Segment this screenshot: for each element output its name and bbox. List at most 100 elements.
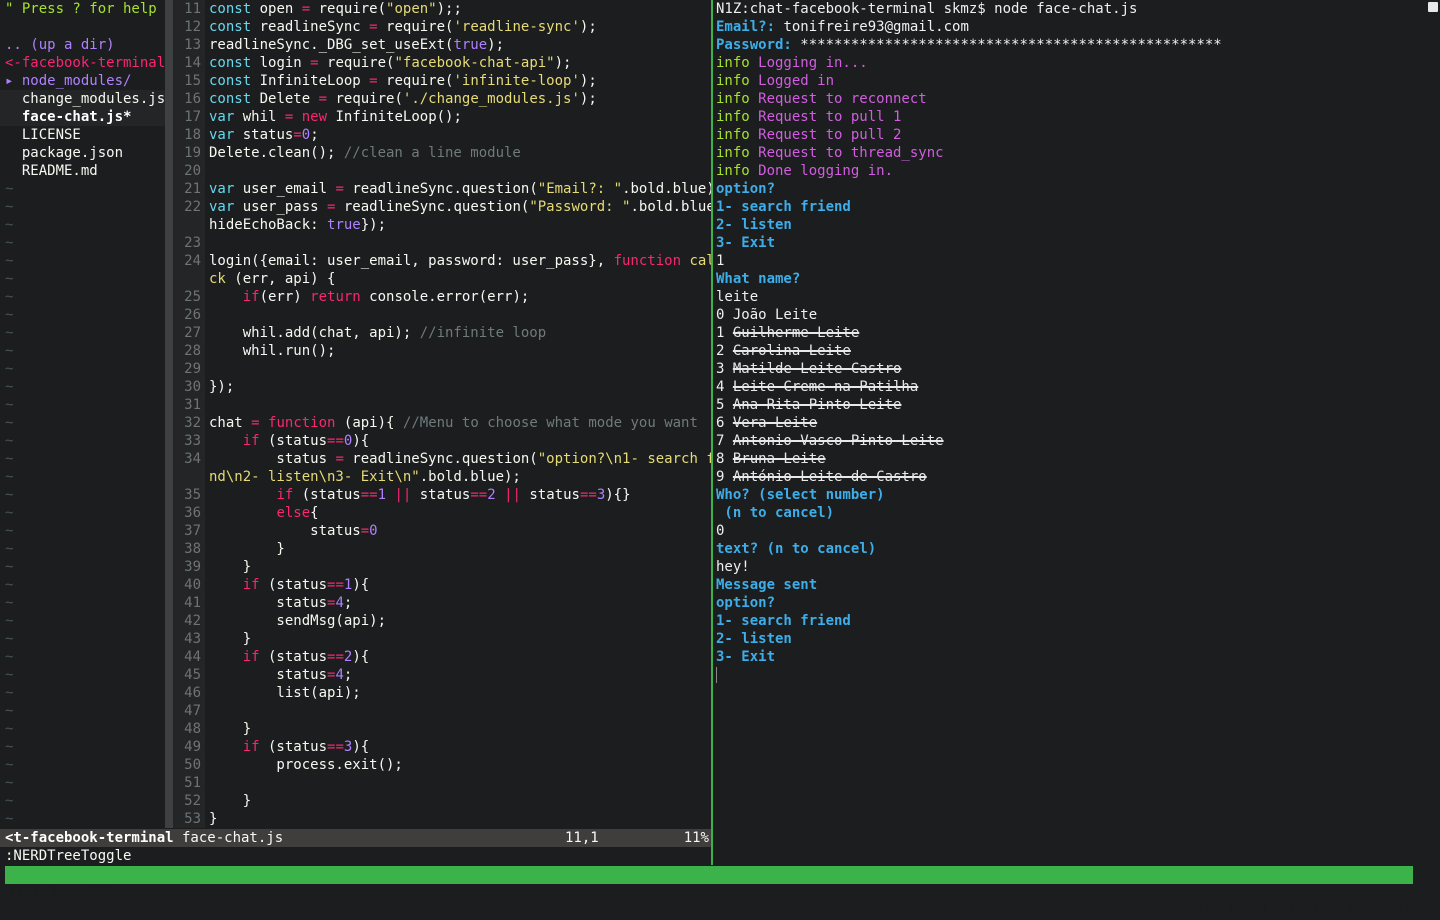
code-line[interactable]: 31 xyxy=(173,396,711,414)
code-line[interactable]: 16 const Delete = require('./change_modul… xyxy=(173,90,711,108)
tmux-window-list[interactable]: [14] 1:node* xyxy=(7,884,108,902)
terminal-cursor-line[interactable] xyxy=(716,666,1416,684)
terminal-line: 2 Carolina Leite xyxy=(716,343,851,359)
line-number: 52 xyxy=(173,792,205,810)
code-line[interactable]: 19 Delete.clean(); //clean a line module xyxy=(173,144,711,162)
terminal-line: info Logging in... xyxy=(716,55,868,71)
code-line[interactable]: hideEchoBack: true}); xyxy=(173,216,711,234)
tilde-marker: ~ xyxy=(5,181,14,197)
line-number: 47 xyxy=(173,702,205,720)
code-line[interactable]: ck (err, api) { xyxy=(173,270,711,288)
empty-buffer-markers: ~ ~ ~ ~ ~ ~ ~ ~ ~ ~ ~ ~ ~ ~ ~ ~ ~ ~ ~ ~ ~ ~ ~ ~ ~ ~ ~ ~ ~ ~ ~ ~ ~ ~ ~ ~ xyxy=(0,180,165,828)
code-line[interactable]: 28 whil.run(); xyxy=(173,342,711,360)
code-line[interactable]: 45 status=4; xyxy=(173,666,711,684)
code-line[interactable]: 27 whil.add(chat, api); //infinite loop xyxy=(173,324,711,342)
scroll-up-arrow-icon[interactable] xyxy=(1428,2,1438,12)
code-line[interactable]: 20 xyxy=(173,162,711,180)
tilde-marker: ~ xyxy=(5,505,14,521)
code-line[interactable]: 51 xyxy=(173,774,711,792)
code-line[interactable]: 38 } xyxy=(173,540,711,558)
code-text: else{ xyxy=(276,505,319,521)
code-editor[interactable]: 11 const open = require("open");; 12 const … xyxy=(173,0,711,828)
line-number: 45 xyxy=(173,666,205,684)
code-text: var user_email = readlineSync.question("… xyxy=(209,181,711,197)
code-line[interactable]: 11 const open = require("open");; xyxy=(173,0,711,18)
tree-item-node-modules[interactable]: ▸ node_modules/ xyxy=(0,72,165,90)
scrollbar[interactable] xyxy=(1426,0,1440,865)
terminal-line: 2- listen xyxy=(716,217,792,233)
tree-item-readme[interactable]: README.md xyxy=(0,162,165,180)
code-line[interactable]: 23 xyxy=(173,234,711,252)
terminal-line: (n to cancel) xyxy=(716,505,835,521)
code-line[interactable]: 39 } xyxy=(173,558,711,576)
terminal-line: info Request to pull 1 xyxy=(716,109,902,125)
code-text: } xyxy=(209,631,252,647)
line-number: 27 xyxy=(173,324,205,342)
code-line[interactable]: 44 if (status==2){ xyxy=(173,648,711,666)
code-line[interactable]: 21 var user_email = readlineSync.question… xyxy=(173,180,711,198)
tilde-marker: ~ xyxy=(5,487,14,503)
line-number: 37 xyxy=(173,522,205,540)
tilde-marker: ~ xyxy=(5,721,14,737)
vim-split-separator[interactable] xyxy=(165,0,173,828)
line-number: 25 xyxy=(173,288,205,306)
terminal-line: 1 xyxy=(716,253,725,269)
tilde-marker: ~ xyxy=(5,415,14,431)
tree-item-license[interactable]: LICENSE xyxy=(0,126,165,144)
code-line[interactable]: 52 } xyxy=(173,792,711,810)
code-line[interactable]: 14 const login = require("facebook-chat-a… xyxy=(173,54,711,72)
terminal-line: 1- search friend xyxy=(716,613,851,629)
code-line[interactable]: 25 if(err) return console.error(err); xyxy=(173,288,711,306)
code-line[interactable]: 50 process.exit(); xyxy=(173,756,711,774)
code-line[interactable]: 46 list(api); xyxy=(173,684,711,702)
code-line[interactable]: 13 readlineSync._DBG_set_useExt(true); xyxy=(173,36,711,54)
nerdtree-pane[interactable]: " Press ? for help .. (up a dir) <-faceb… xyxy=(0,0,165,828)
code-line[interactable]: 40 if (status==1){ xyxy=(173,576,711,594)
tilde-marker: ~ xyxy=(5,811,14,827)
code-line[interactable]: 17 var whil = new InfiniteLoop(); xyxy=(173,108,711,126)
code-line[interactable]: 26 xyxy=(173,306,711,324)
code-line[interactable]: 49 if (status==3){ xyxy=(173,738,711,756)
line-number xyxy=(173,270,205,288)
code-line[interactable]: 15 const InfiniteLoop = require('infinite… xyxy=(173,72,711,90)
nerdtree-updir[interactable]: .. (up a dir) xyxy=(0,36,165,54)
tilde-marker: ~ xyxy=(5,397,14,413)
code-line[interactable]: 18 var status=0; xyxy=(173,126,711,144)
code-line[interactable]: 30}); xyxy=(173,378,711,396)
code-line[interactable]: 24 login({email: user_email, password: us… xyxy=(173,252,711,270)
code-line[interactable]: 37 status=0 xyxy=(173,522,711,540)
code-line[interactable]: 33 if (status==0){ xyxy=(173,432,711,450)
terminal-pane[interactable]: N1Z:chat-facebook-terminal skmz$ node fa… xyxy=(716,0,1416,865)
line-number: 20 xyxy=(173,162,205,180)
tree-item-package-json[interactable]: package.json xyxy=(0,144,165,162)
code-line[interactable]: 53} xyxy=(173,810,711,828)
code-line[interactable]: 34 status = readlineSync.question("optio… xyxy=(173,450,711,468)
line-number: 18 xyxy=(173,126,205,144)
code-line[interactable]: 36 else{ xyxy=(173,504,711,522)
code-line[interactable]: 22 var user_pass = readlineSync.question(… xyxy=(173,198,711,216)
tilde-marker: ~ xyxy=(5,577,14,593)
tree-item-face-chat[interactable]: face-chat.js* xyxy=(0,108,165,126)
tmux-pane-divider[interactable] xyxy=(711,0,713,865)
line-number: 12 xyxy=(173,18,205,36)
code-line[interactable]: 32 chat = function (api){ //Menu to choos… xyxy=(173,414,711,432)
line-number: 29 xyxy=(173,360,205,378)
tilde-marker: ~ xyxy=(5,649,14,665)
tilde-marker: ~ xyxy=(5,235,14,251)
tree-item-change-modules[interactable]: change_modules.js xyxy=(0,90,165,108)
line-number xyxy=(173,468,205,486)
code-text: status=4; xyxy=(209,595,353,611)
code-line[interactable]: 41 status=4; xyxy=(173,594,711,612)
code-line[interactable]: 43 } xyxy=(173,630,711,648)
code-line[interactable]: 12 const readlineSync = require('readline… xyxy=(173,18,711,36)
code-line[interactable]: nd\n2- listen\n3- Exit\n".bold.blue); xyxy=(173,468,711,486)
vim-command-line[interactable]: :NERDTreeToggle xyxy=(5,847,131,865)
code-line[interactable]: 35 if (status==1 || status==2 || status=… xyxy=(173,486,711,504)
code-line[interactable]: 42 sendMsg(api); xyxy=(173,612,711,630)
code-line[interactable]: 29 xyxy=(173,360,711,378)
nerdtree-root[interactable]: <-facebook-terminal/ xyxy=(0,54,165,72)
code-line[interactable]: 48 } xyxy=(173,720,711,738)
line-number: 46 xyxy=(173,684,205,702)
code-line[interactable]: 47 xyxy=(173,702,711,720)
